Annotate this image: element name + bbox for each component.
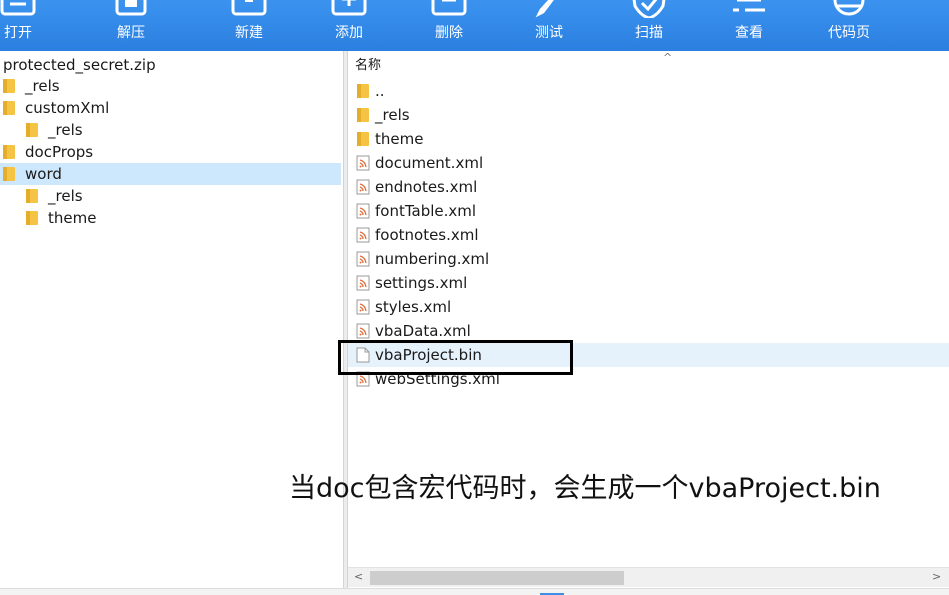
file-row-rels[interactable]: _rels [348, 103, 949, 127]
file-name: vbaData.xml [375, 322, 471, 340]
open-button[interactable]: 打开 [0, 0, 68, 51]
xml-file-icon [356, 275, 370, 291]
delete-button[interactable]: 删除 [399, 0, 499, 51]
file-row-settings-xml[interactable]: settings.xml [348, 271, 949, 295]
tree-item-label: docProps [25, 143, 94, 161]
file-name: endnotes.xml [375, 178, 478, 196]
extract-label: 解压 [117, 25, 145, 41]
file-row-vbaproject-bin[interactable]: vbaProject.bin [348, 343, 949, 367]
file-row-websettings-xml[interactable]: webSettings.xml [348, 367, 949, 391]
xml-file-icon [356, 227, 370, 243]
file-name: theme [375, 130, 424, 148]
tree-item-customxml[interactable]: customXml [0, 97, 341, 119]
folder-icon [357, 108, 369, 122]
file-name: footnotes.xml [375, 226, 479, 244]
scan-label: 扫描 [635, 25, 663, 41]
file-name: _rels [375, 106, 410, 124]
scroll-left-arrow[interactable]: < [354, 570, 363, 583]
xml-file-icon [356, 179, 370, 195]
view-button[interactable]: 查看 [699, 0, 799, 51]
xml-file-icon [356, 323, 370, 339]
test-button[interactable]: 测试 [499, 0, 599, 51]
folder-icon [3, 167, 15, 181]
scan-button[interactable]: 扫描 [599, 0, 699, 51]
file-name: numbering.xml [375, 250, 490, 268]
extract-button[interactable]: 解压 [81, 0, 181, 51]
extract-icon [115, 0, 147, 16]
open-icon [0, 0, 36, 16]
tree-item-label: _rels [48, 187, 83, 205]
file-name: document.xml [375, 154, 484, 172]
codepage-label: 代码页 [828, 25, 870, 41]
new-label: 新建 [235, 25, 263, 41]
toolbar: 打开 解压 新建 添加 删除 测试 扫描 查看 代码页 [0, 0, 949, 51]
folder-icon [357, 132, 369, 146]
file-row-endnotes-xml[interactable]: endnotes.xml [348, 175, 949, 199]
file-name: fontTable.xml [375, 202, 477, 220]
xml-file-icon [356, 251, 370, 267]
scrollbar-thumb[interactable] [370, 571, 624, 585]
new-button[interactable]: 新建 [199, 0, 299, 51]
xml-file-icon [356, 203, 370, 219]
tree-item-word[interactable]: word [0, 163, 341, 185]
folder-icon [3, 101, 15, 115]
sort-ascending-icon: ^ [663, 51, 673, 64]
file-name: webSettings.xml [375, 370, 500, 388]
file-row-parent[interactable]: .. [348, 79, 949, 103]
view-label: 查看 [735, 25, 763, 41]
tree-item-rels[interactable]: _rels [0, 75, 341, 97]
delete-label: 删除 [435, 25, 463, 41]
file-name: vbaProject.bin [375, 346, 482, 364]
shield-icon [632, 0, 666, 18]
test-label: 测试 [535, 25, 563, 41]
binary-file-icon [356, 347, 370, 363]
folder-icon [26, 211, 38, 225]
add-label: 添加 [335, 25, 363, 41]
tree-item-label: theme [48, 209, 97, 227]
file-row-vbadata-xml[interactable]: vbaData.xml [348, 319, 949, 343]
add-button[interactable]: 添加 [299, 0, 399, 51]
tree-item-label: _rels [25, 77, 60, 95]
folder-tree: protected_secret.zip _rels customXml _re… [0, 51, 343, 588]
tree-item-customxml-rels[interactable]: _rels [0, 119, 341, 141]
tree-item-docprops[interactable]: docProps [0, 141, 341, 163]
xml-file-icon [356, 371, 370, 387]
file-row-footnotes-xml[interactable]: footnotes.xml [348, 223, 949, 247]
folder-icon [357, 84, 369, 98]
add-icon [331, 0, 367, 16]
tree-root-archive[interactable]: protected_secret.zip [3, 55, 156, 75]
new-archive-icon [231, 0, 267, 16]
folder-icon [26, 123, 38, 137]
column-header-name[interactable]: 名称 [355, 57, 381, 75]
scroll-right-arrow[interactable]: > [932, 570, 941, 583]
file-row-numbering-xml[interactable]: numbering.xml [348, 247, 949, 271]
file-row-document-xml[interactable]: document.xml [348, 151, 949, 175]
file-row-styles-xml[interactable]: styles.xml [348, 295, 949, 319]
tree-item-label: customXml [25, 99, 110, 117]
open-label: 打开 [4, 25, 32, 41]
file-list: 名称 ^ .. _rels theme document.xml endnote… [348, 51, 949, 588]
folder-icon [26, 189, 38, 203]
file-row-theme[interactable]: theme [348, 127, 949, 151]
folder-icon [3, 79, 15, 93]
horizontal-scrollbar[interactable]: < > [348, 567, 949, 587]
xml-file-icon [356, 155, 370, 171]
view-icon [733, 0, 765, 12]
tree-item-word-theme[interactable]: theme [0, 207, 341, 229]
annotation-text: 当doc包含宏代码时，会生成一个vbaProject.bin [289, 473, 881, 504]
tree-item-word-rels[interactable]: _rels [0, 185, 341, 207]
status-bar [0, 588, 949, 595]
file-row-fonttable-xml[interactable]: fontTable.xml [348, 199, 949, 223]
tree-item-label: _rels [48, 121, 83, 139]
file-name: styles.xml [375, 298, 452, 316]
test-icon [535, 0, 554, 18]
delete-icon [431, 0, 467, 16]
file-name: settings.xml [375, 274, 468, 292]
tree-item-label: word [25, 165, 62, 183]
folder-icon [3, 145, 15, 159]
codepage-button[interactable]: 代码页 [799, 0, 899, 51]
xml-file-icon [356, 299, 370, 315]
globe-icon [833, 0, 865, 16]
file-name: .. [375, 82, 385, 100]
